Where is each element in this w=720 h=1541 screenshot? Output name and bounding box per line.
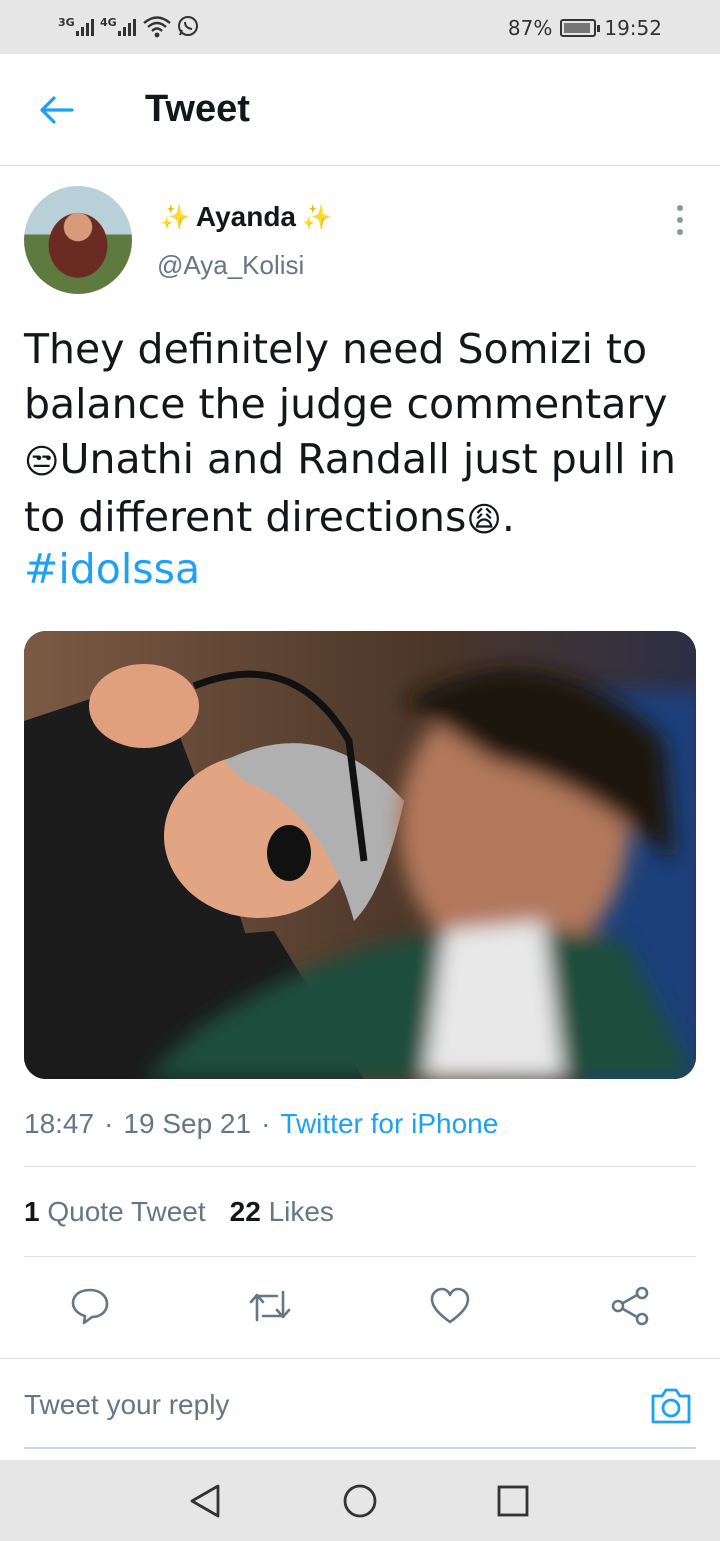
signal-icon: 3G xyxy=(58,14,96,42)
quote-count: 1 xyxy=(24,1196,40,1227)
tweet-date: 19 Sep 21 xyxy=(123,1108,252,1139)
page-title: Tweet xyxy=(145,88,250,130)
divider xyxy=(24,1166,696,1167)
tweet-meta: 18:47 · 19 Sep 21 · Twitter for iPhone xyxy=(24,1108,498,1140)
tweet-time: 18:47 xyxy=(24,1108,95,1139)
reply-underline xyxy=(24,1447,696,1449)
wifi-icon xyxy=(142,14,172,43)
nav-back-button[interactable] xyxy=(182,1478,228,1524)
quote-label: Quote Tweet xyxy=(47,1196,206,1227)
status-time: 19:52 xyxy=(604,16,662,40)
whatsapp-icon xyxy=(176,14,200,43)
likes-stat[interactable]: 22 Likes xyxy=(230,1196,334,1228)
camera-button[interactable] xyxy=(648,1383,694,1429)
tweet-text: They definitely need Somizi to balance t… xyxy=(24,322,696,548)
divider xyxy=(24,1256,696,1257)
more-options-icon[interactable] xyxy=(664,200,696,240)
like-icon xyxy=(430,1287,470,1324)
recents-square-icon xyxy=(497,1485,529,1517)
hashtag-link[interactable]: #idolssa xyxy=(24,542,200,597)
tweet-actions xyxy=(24,1278,696,1334)
battery-icon xyxy=(560,19,601,37)
tweet-media-photo[interactable] xyxy=(24,631,696,1079)
reply-input[interactable]: Tweet your reply xyxy=(24,1389,229,1421)
author-display-name: Ayanda xyxy=(195,201,296,232)
reply-icon xyxy=(71,1288,109,1325)
retweet-button[interactable] xyxy=(242,1278,298,1334)
meta-separator: · xyxy=(261,1108,271,1139)
status-left: 3G 4G xyxy=(58,12,200,44)
weary-emoji: 😩 xyxy=(466,500,502,540)
sparkles-icon: ✨ xyxy=(160,203,190,231)
tweet-source-link[interactable]: Twitter for iPhone xyxy=(280,1108,498,1140)
meta-separator: · xyxy=(104,1108,114,1139)
top-app-bar: Tweet xyxy=(0,54,720,166)
back-button[interactable] xyxy=(34,88,78,132)
reply-bar: Tweet your reply xyxy=(0,1358,720,1458)
tweet-text-part: Unathi and Randall just pull in to diffe… xyxy=(24,435,676,541)
reply-button[interactable] xyxy=(62,1278,118,1334)
author-handle[interactable]: @Aya_Kolisi xyxy=(157,250,304,281)
avatar[interactable] xyxy=(24,186,132,294)
share-button[interactable] xyxy=(602,1278,658,1334)
status-bar: 3G 4G 87% 19:52 xyxy=(0,0,720,54)
back-arrow-icon xyxy=(40,96,74,124)
quote-tweets-stat[interactable]: 1 Quote Tweet xyxy=(24,1196,206,1228)
tweet-text-part: They definitely need Somizi to balance t… xyxy=(24,325,668,428)
back-triangle-icon xyxy=(190,1484,220,1518)
like-button[interactable] xyxy=(422,1278,478,1334)
sparkles-icon: ✨ xyxy=(302,203,332,231)
sim2-network-label: 4G xyxy=(100,16,117,29)
retweet-icon xyxy=(249,1290,291,1322)
tweet-stats: 1 Quote Tweet 22 Likes xyxy=(24,1196,334,1228)
nav-home-button[interactable] xyxy=(337,1478,383,1524)
sim1-network-label: 3G xyxy=(58,16,75,29)
tweet-text-end: . xyxy=(501,493,515,541)
author-name-row[interactable]: ✨ Ayanda ✨ xyxy=(160,198,332,236)
signal-icon: 4G xyxy=(100,14,138,42)
camera-icon xyxy=(651,1388,691,1424)
nav-recents-button[interactable] xyxy=(490,1478,536,1524)
likes-label: Likes xyxy=(268,1196,334,1227)
system-nav-bar xyxy=(0,1460,720,1541)
status-right: 87% 19:52 xyxy=(508,12,662,44)
like-count: 22 xyxy=(229,1196,261,1227)
share-icon xyxy=(611,1286,649,1326)
unamused-emoji: 😒 xyxy=(24,442,60,482)
battery-percent: 87% xyxy=(507,16,553,40)
home-circle-icon xyxy=(343,1484,377,1518)
